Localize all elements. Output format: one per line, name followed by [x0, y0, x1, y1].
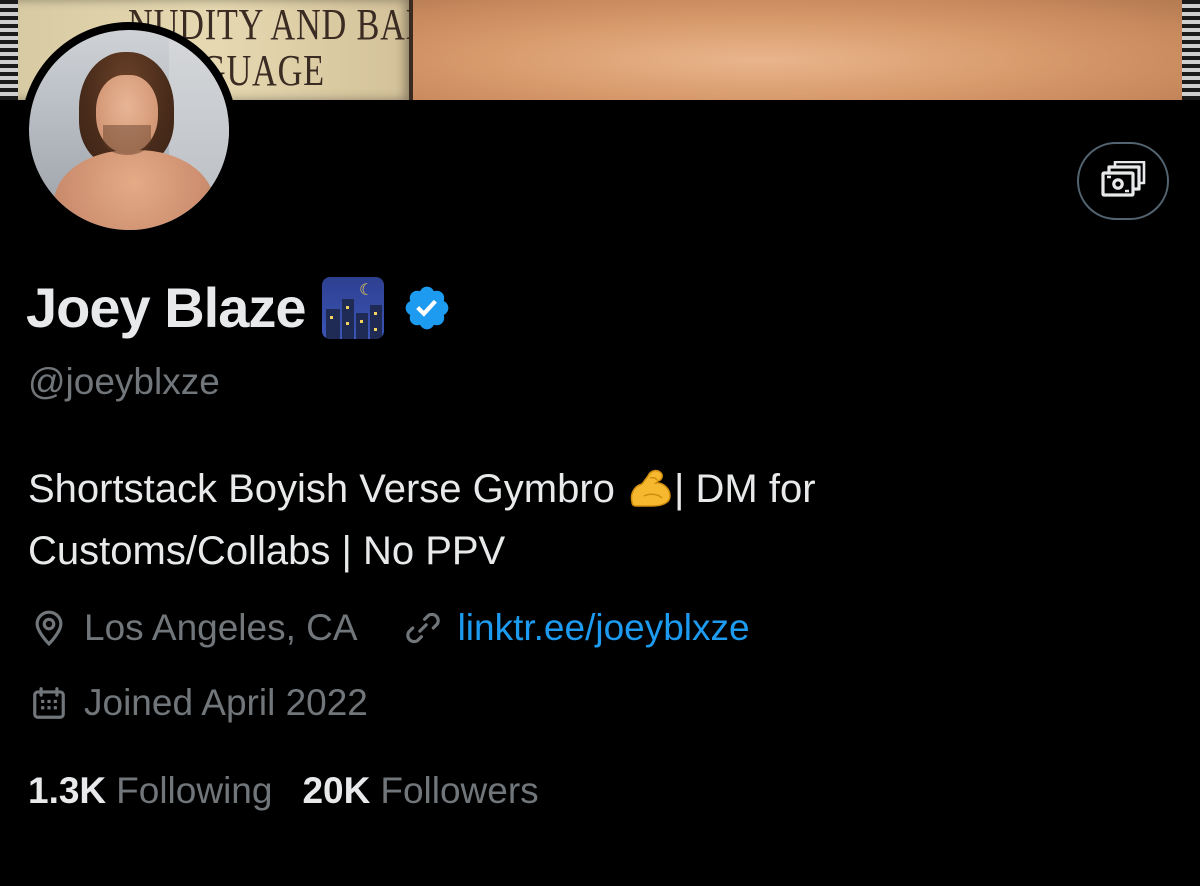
location-pin-icon [35, 610, 63, 647]
emoji-window [345, 322, 349, 325]
money-tip-icon [1101, 161, 1146, 197]
emoji-window [373, 328, 377, 331]
user-handle: @joeyblxze [28, 361, 220, 402]
emoji-building [341, 299, 354, 339]
bio-text-part3: Customs/Collabs | No PPV [28, 529, 506, 573]
banner-film-edge-right [1182, 0, 1200, 100]
moon-glyph: ☾ [359, 282, 374, 299]
profile-meta-row-location: Los Angeles, CA linktr.ee/joeyblxze [30, 603, 750, 653]
emoji-building [325, 309, 340, 339]
follow-stats: 1.3K Following 20K Followers [28, 766, 539, 816]
profile-name-row: Joey Blaze ☾ [26, 272, 452, 344]
emoji-building [369, 305, 382, 339]
bio-text-part2: | DM for [674, 467, 816, 511]
following-count[interactable]: 1.3K [28, 766, 106, 816]
profile-website-link[interactable]: linktr.ee/joeyblxze [458, 603, 750, 653]
followers-count[interactable]: 20K [302, 766, 370, 816]
avatar-beard [103, 125, 151, 155]
avatar-image [29, 30, 229, 230]
profile-bio: Shortstack Boyish Verse Gymbro | DM for … [28, 458, 1028, 582]
joined-date: Joined April 2022 [84, 682, 368, 723]
night-city-emoji-icon: ☾ [321, 277, 384, 339]
emoji-window [345, 306, 349, 309]
verified-badge-icon[interactable] [402, 283, 452, 333]
display-name: Joey Blaze [26, 276, 306, 339]
emoji-window [329, 316, 333, 319]
bio-text-part1: Shortstack Boyish Verse Gymbro [28, 467, 627, 511]
following-label[interactable]: Following [116, 766, 272, 816]
followers-label[interactable]: Followers [380, 766, 538, 816]
location-text: Los Angeles, CA [84, 607, 358, 648]
profile-meta-row-joined: Joined April 2022 [30, 678, 368, 728]
avatar[interactable] [21, 22, 237, 238]
link-icon [405, 612, 440, 644]
calendar-icon [33, 687, 65, 719]
banner-film-edge-left [0, 0, 18, 100]
banner-photo-panel [413, 0, 1182, 100]
tip-button[interactable] [1077, 142, 1169, 220]
emoji-window [373, 312, 377, 315]
emoji-window [359, 320, 363, 323]
emoji-building [355, 313, 368, 339]
flexed-biceps-emoji-icon [630, 469, 671, 507]
